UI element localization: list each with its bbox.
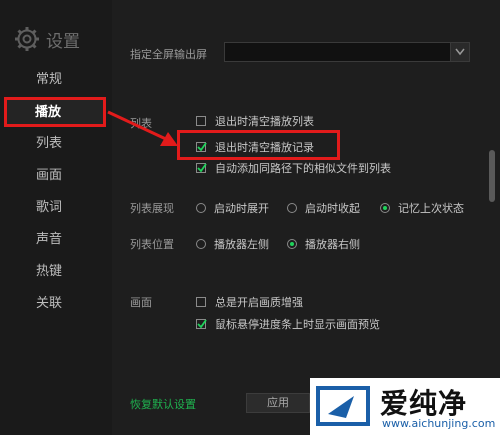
watermark-brand: 爱纯净 [380, 387, 468, 420]
annotation-arrow-icon [107, 110, 178, 146]
watermark-url: www.aichunjing.com [382, 417, 496, 430]
settings-window: 设置 常规 播放 列表 画面 歌词 声音 热键 关联 指定全屏输出屏 列表 退出… [0, 0, 500, 435]
scrollbar-thumb[interactable] [489, 150, 495, 202]
scrollbar-track[interactable] [484, 0, 500, 435]
brand-logo-icon [316, 386, 370, 426]
apply-button[interactable]: 应用 [246, 393, 310, 413]
restore-defaults-link[interactable]: 恢复默认设置 [130, 396, 196, 412]
watermark: 爱纯净 www.aichunjing.com [310, 378, 500, 435]
